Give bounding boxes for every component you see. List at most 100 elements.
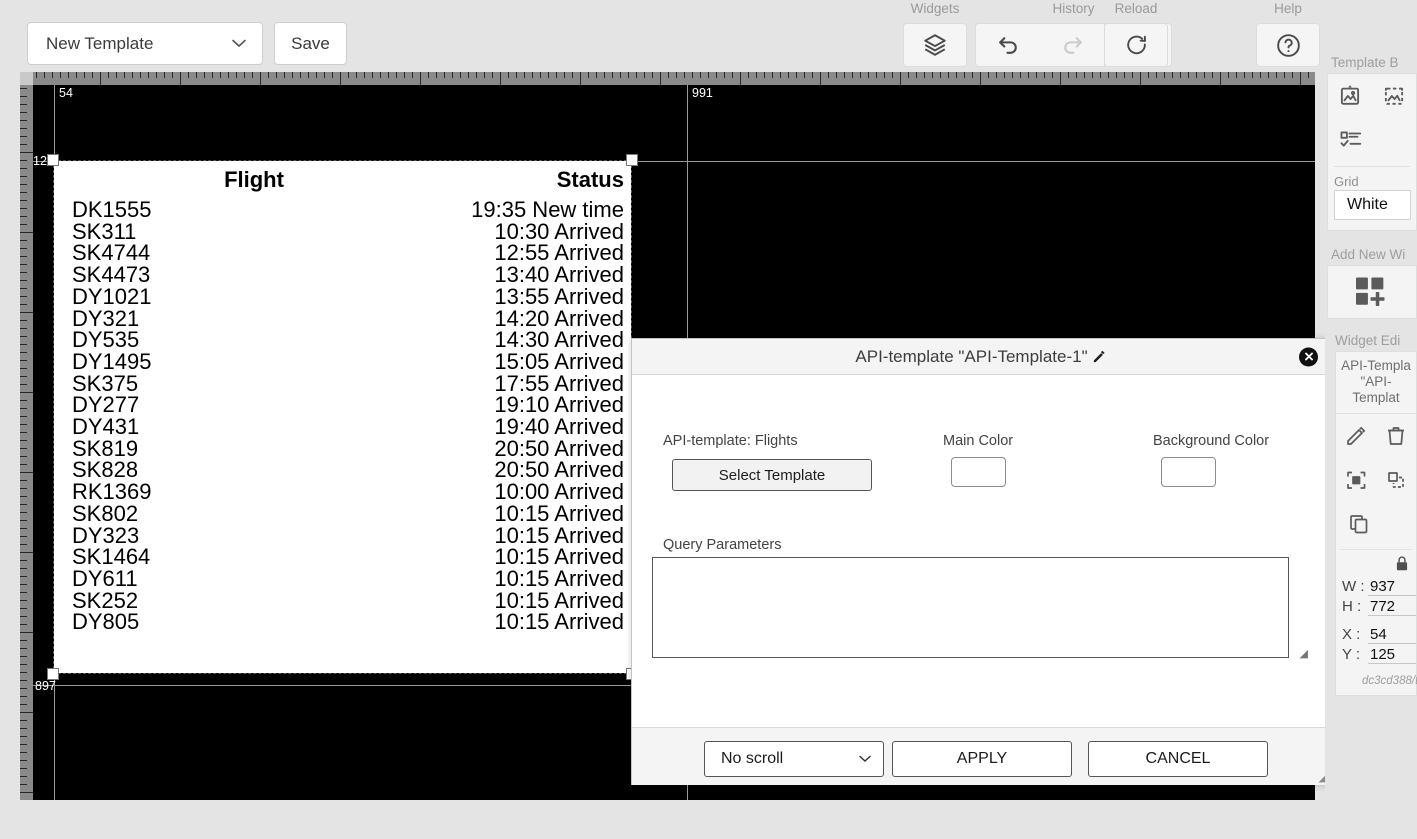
flight-status: 20:50 Arrived (454, 459, 627, 481)
add-widget-icon[interactable] (1328, 266, 1416, 318)
flight-row: DY27719:10 Arrived (54, 394, 631, 416)
widget-dimensions: W :937H :772 (1336, 577, 1416, 617)
flight-status: 10:15 Arrived (454, 503, 627, 525)
widget-editor-name-line1: API-Templa (1338, 358, 1414, 374)
cancel-button[interactable]: CANCEL (1088, 741, 1268, 777)
flight-number: DY323 (54, 525, 454, 547)
template-select-value: New Template (28, 34, 232, 54)
flight-number: SK4744 (54, 242, 454, 264)
dimension-value[interactable]: 937 (1368, 578, 1416, 596)
position-row: Y :125 (1336, 645, 1416, 665)
template-background-caption: Template B (1325, 55, 1417, 70)
pencil-icon[interactable] (1092, 349, 1107, 364)
position-value[interactable]: 125 (1368, 646, 1416, 664)
position-row: X :54 (1336, 625, 1416, 645)
select-template-button[interactable]: Select Template (672, 459, 872, 491)
flight-number: DK1555 (54, 199, 454, 221)
column-header-flight: Flight (54, 167, 454, 193)
flight-row: DY32310:15 Arrived (54, 525, 631, 547)
flight-row: SK37517:55 Arrived (54, 373, 631, 395)
grid-select[interactable]: White (1334, 190, 1411, 220)
flight-board-widget[interactable]: Flight Status DK155519:35 New timeSK3111… (54, 161, 631, 673)
horizontal-ruler[interactable] (20, 72, 1315, 85)
main-color-label: Main Color (943, 433, 1013, 449)
resize-handle-bottom-left[interactable] (47, 668, 59, 680)
dialog-title: API-template "API-Template-1" (855, 347, 1106, 367)
delete-trash-icon[interactable] (1376, 414, 1416, 458)
api-template-dialog: API-template "API-Template-1" API-templa… (631, 338, 1331, 785)
flight-number: DY805 (54, 611, 454, 633)
flight-row: SK146410:15 Arrived (54, 546, 631, 568)
add-new-widget-card (1327, 265, 1417, 319)
flight-number: SK819 (54, 438, 454, 460)
position-value[interactable]: 54 (1368, 626, 1416, 644)
flight-row: DY149515:05 Arrived (54, 351, 631, 373)
flight-row: DY32114:20 Arrived (54, 308, 631, 330)
vertical-ruler[interactable] (20, 72, 33, 800)
flight-status: 12:55 Arrived (454, 242, 627, 264)
resize-handle-top-left[interactable] (47, 154, 59, 166)
flight-row: SK474412:55 Arrived (54, 242, 631, 264)
resize-handle-top-right[interactable] (626, 154, 638, 166)
flight-status: 19:35 New time (454, 199, 627, 221)
send-to-back-icon[interactable] (1376, 458, 1416, 502)
flight-number: SK828 (54, 459, 454, 481)
flight-row: DY43119:40 Arrived (54, 416, 631, 438)
flight-row: SK31110:30 Arrived (54, 221, 631, 243)
widget-editor-icon-row-3 (1336, 502, 1416, 546)
background-color-swatch[interactable] (1161, 457, 1216, 487)
flight-status: 10:15 Arrived (454, 525, 627, 547)
flight-number: DY277 (54, 394, 454, 416)
image-icon[interactable] (1328, 74, 1372, 118)
edit-pencil-icon[interactable] (1336, 414, 1376, 458)
flight-row: SK25210:15 Arrived (54, 590, 631, 612)
lock-row (1336, 555, 1416, 577)
flight-row: DK155519:35 New time (54, 199, 631, 221)
dimension-row: H :772 (1336, 597, 1416, 617)
flight-number: SK1464 (54, 546, 454, 568)
flight-row: DY102113:55 Arrived (54, 286, 631, 308)
reload-icon[interactable] (1105, 24, 1167, 66)
chevron-down-icon (232, 39, 262, 48)
reload-caption: Reload (1104, 1, 1168, 16)
dimension-key: H : (1342, 598, 1368, 615)
apply-button[interactable]: APPLY (892, 741, 1072, 777)
layers-icon[interactable] (904, 24, 966, 66)
copy-icon[interactable] (1336, 502, 1382, 546)
flight-board: Flight Status DK155519:35 New timeSK3111… (54, 161, 631, 633)
textarea-resize-grip: ◢ (1300, 647, 1308, 660)
right-panel: Template B (1325, 0, 1417, 839)
dialog-body: API-template: Flights Main Color Backgro… (632, 375, 1330, 727)
help-group: Help (1256, 23, 1320, 67)
flight-number: SK802 (54, 503, 454, 525)
close-icon[interactable] (1299, 347, 1318, 366)
flight-status: 15:05 Arrived (454, 351, 627, 373)
position-key: Y : (1342, 646, 1368, 663)
lock-icon[interactable] (1394, 555, 1410, 577)
flight-row: DY53514:30 Arrived (54, 329, 631, 351)
query-parameters-input[interactable] (652, 557, 1289, 658)
scroll-mode-value: No scroll (705, 750, 859, 768)
dimension-value[interactable]: 772 (1368, 598, 1416, 616)
undo-icon[interactable] (976, 24, 1040, 66)
scroll-mode-select[interactable]: No scroll (704, 741, 884, 777)
panel-divider (1334, 166, 1410, 167)
template-select[interactable]: New Template (27, 22, 263, 65)
image-dashed-icon[interactable] (1372, 74, 1416, 118)
flight-status: 19:10 Arrived (454, 394, 627, 416)
chevron-down-icon (859, 755, 883, 763)
flight-number: RK1369 (54, 481, 454, 503)
bring-to-front-icon[interactable] (1336, 458, 1376, 502)
flight-status: 10:15 Arrived (454, 590, 627, 612)
save-button[interactable]: Save (274, 22, 347, 65)
flight-number: SK4473 (54, 264, 454, 286)
grid-label: Grid (1328, 172, 1416, 190)
flight-number: DY611 (54, 568, 454, 590)
help-icon[interactable] (1257, 24, 1319, 66)
main-color-swatch[interactable] (951, 457, 1006, 487)
flight-number: SK311 (54, 221, 454, 243)
checklist-icon[interactable] (1328, 118, 1374, 162)
background-color-label: Background Color (1153, 433, 1269, 449)
flight-number: SK252 (54, 590, 454, 612)
panel-divider-2 (1340, 549, 1412, 550)
